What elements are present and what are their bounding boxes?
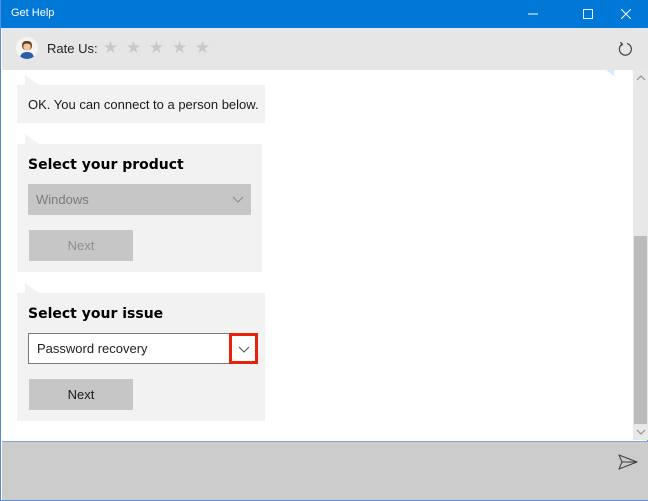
window-title: Get Help	[11, 7, 55, 19]
conversation-area: OK. You can connect to a person below. S…	[2, 70, 633, 440]
agent-message-text: OK. You can connect to a person below.	[28, 97, 259, 112]
issue-dropdown-toggle[interactable]	[229, 333, 258, 364]
product-select-value: Windows	[36, 192, 89, 207]
bubble-tail	[25, 283, 39, 293]
star-3-icon[interactable]: ★	[148, 38, 165, 58]
bubble-tail	[25, 75, 39, 85]
issue-select-value: Password recovery	[37, 341, 148, 356]
send-icon	[618, 454, 638, 470]
maximize-icon	[583, 9, 593, 19]
star-rating: ★ ★ ★ ★ ★	[102, 38, 211, 58]
chevron-up-icon	[636, 75, 645, 81]
user-bubble-tail	[606, 70, 614, 76]
product-select[interactable]: Windows	[28, 184, 251, 215]
scroll-up-button[interactable]	[633, 70, 648, 86]
issue-card-title: Select your issue	[28, 306, 164, 322]
send-button[interactable]	[618, 454, 638, 470]
close-icon	[621, 9, 631, 19]
issue-card: Select your issue Password recovery Next	[17, 283, 265, 421]
refresh-button[interactable]	[616, 40, 634, 58]
message-input-area[interactable]	[2, 441, 648, 500]
title-bar: Get Help	[1, 0, 648, 28]
product-card-title: Select your product	[28, 157, 184, 173]
rating-header: Rate Us: ★ ★ ★ ★ ★	[2, 28, 648, 70]
star-2-icon[interactable]: ★	[125, 38, 142, 58]
scroll-down-button[interactable]	[633, 424, 648, 440]
rate-us-label: Rate Us:	[47, 41, 98, 56]
chevron-down-icon	[232, 196, 244, 203]
close-button[interactable]	[603, 0, 648, 28]
minimize-button[interactable]	[510, 0, 556, 28]
agent-message-bubble: OK. You can connect to a person below.	[17, 75, 265, 123]
star-4-icon[interactable]: ★	[171, 38, 188, 58]
minimize-icon	[528, 13, 538, 15]
star-5-icon[interactable]: ★	[194, 38, 211, 58]
agent-avatar-icon	[16, 37, 38, 59]
vertical-scrollbar[interactable]	[633, 70, 648, 440]
refresh-icon	[618, 41, 632, 56]
issue-next-button[interactable]: Next	[29, 379, 133, 410]
scrollbar-thumb[interactable]	[634, 236, 647, 424]
product-card: Select your product Windows Next	[17, 134, 262, 272]
star-1-icon[interactable]: ★	[102, 38, 119, 58]
chevron-down-icon	[238, 346, 249, 353]
issue-select[interactable]: Password recovery	[28, 333, 257, 364]
get-help-window: Get Help Rate Us: ★ ★ ★ ★ ★ OK. You can …	[0, 0, 648, 501]
bubble-tail	[25, 134, 39, 144]
avatar	[16, 37, 38, 59]
product-next-button[interactable]: Next	[29, 230, 133, 261]
chevron-down-icon	[636, 429, 645, 435]
